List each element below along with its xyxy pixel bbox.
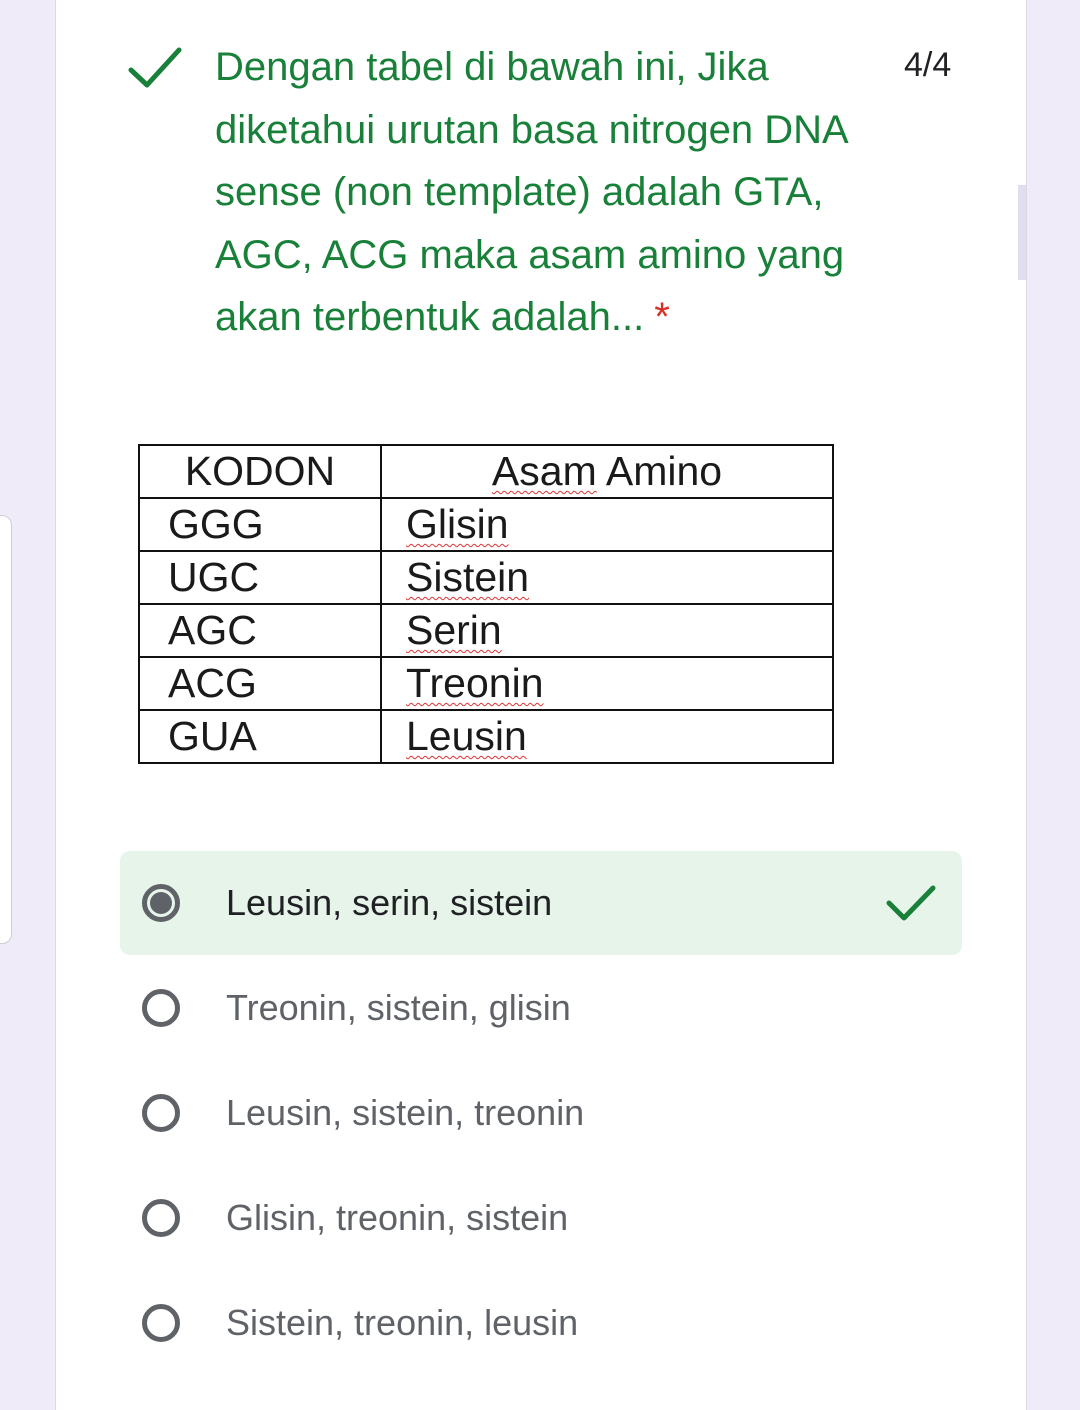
table-row: ACG Treonin <box>138 656 834 711</box>
option-label: Leusin, sistein, treonin <box>226 1092 585 1133</box>
codon-cell: UGC <box>138 550 382 605</box>
amino-cell: Leusin <box>380 709 834 764</box>
amino-text: Glisin <box>406 501 509 547</box>
amino-text: Sistein <box>406 554 530 600</box>
check-icon <box>128 47 182 88</box>
table-row: UGC Sistein <box>138 550 834 605</box>
amino-cell: Serin <box>380 603 834 658</box>
amino-cell: Sistein <box>380 550 834 605</box>
option-label: Sistein, treonin, leusin <box>226 1302 579 1343</box>
question-title: Dengan tabel di bawah ini, Jika diketahu… <box>215 36 915 349</box>
codon-cell: GGG <box>138 497 382 552</box>
required-asterisk: * <box>654 295 670 339</box>
correct-check-icon <box>886 885 936 921</box>
answer-option-5[interactable]: Sistein, treonin, leusin <box>120 1271 962 1375</box>
radio-button[interactable] <box>142 989 180 1027</box>
header-kodon: KODON <box>138 444 382 499</box>
amino-text: Serin <box>406 607 502 653</box>
answer-option-2[interactable]: Treonin, sistein, glisin <box>120 956 962 1060</box>
radio-button[interactable] <box>142 1094 180 1132</box>
option-label: Leusin, serin, sistein <box>226 882 553 923</box>
header-asam-word: Asam <box>491 448 597 494</box>
amino-text: Leusin <box>406 713 527 759</box>
table-row: GUA Leusin <box>138 709 834 764</box>
option-label: Glisin, treonin, sistein <box>226 1197 569 1238</box>
amino-cell: Glisin <box>380 497 834 552</box>
codon-cell: AGC <box>138 603 382 658</box>
answer-option-1[interactable]: Leusin, serin, sistein <box>120 851 962 955</box>
codon-cell: GUA <box>138 709 382 764</box>
radio-button-checked[interactable] <box>142 884 180 922</box>
amino-cell: Treonin <box>380 656 834 711</box>
scroll-indicator <box>1018 185 1026 280</box>
codon-table: KODON Asam Amino GGG Glisin UGC Sistein … <box>138 444 834 764</box>
radio-button[interactable] <box>142 1304 180 1342</box>
radio-dot <box>150 892 172 914</box>
question-text: Dengan tabel di bawah ini, Jika diketahu… <box>215 45 847 339</box>
codon-cell: ACG <box>138 656 382 711</box>
option-label: Treonin, sistein, glisin <box>226 987 571 1028</box>
table-header-row: KODON Asam Amino <box>138 444 834 499</box>
answer-option-4[interactable]: Glisin, treonin, sistein <box>120 1166 962 1270</box>
amino-text: Treonin <box>406 660 544 706</box>
score-label: 4/4 <box>904 46 952 84</box>
table-row: AGC Serin <box>138 603 834 658</box>
header-asam-amino: Asam Amino <box>380 444 834 499</box>
table-row: GGG Glisin <box>138 497 834 552</box>
answer-option-3[interactable]: Leusin, sistein, treonin <box>120 1061 962 1165</box>
side-panel-edge <box>0 515 12 944</box>
radio-button[interactable] <box>142 1199 180 1237</box>
